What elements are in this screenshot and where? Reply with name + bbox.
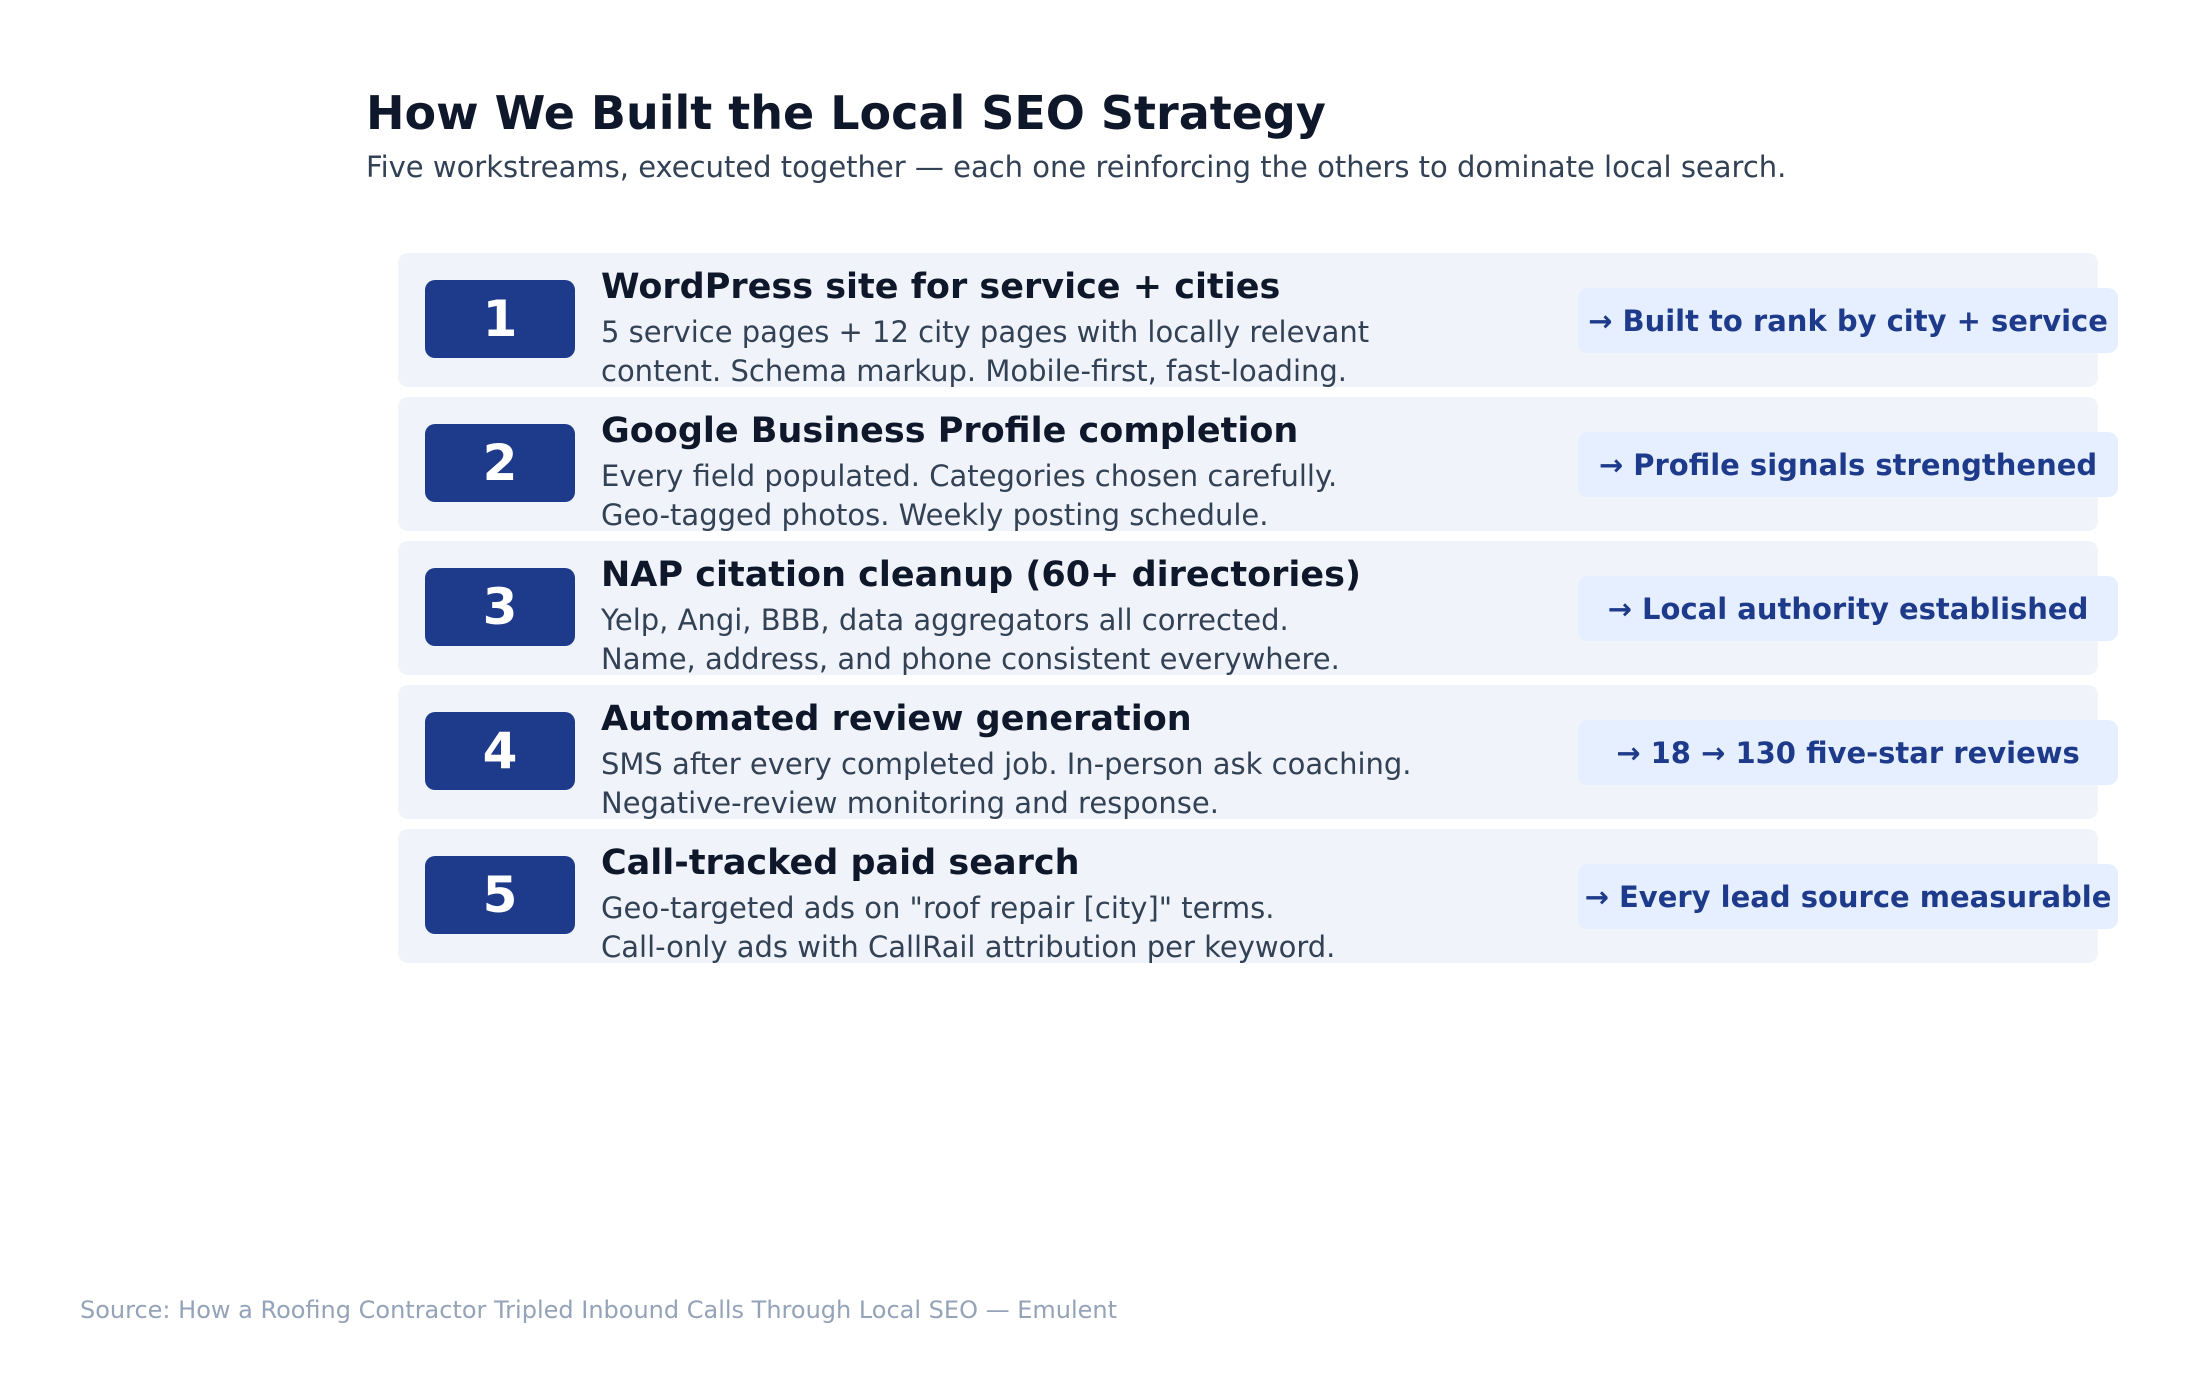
step-number-badge: 3 — [425, 568, 575, 646]
step-description: Geo-targeted ads on "roof repair [city]"… — [601, 889, 1335, 967]
step-description-line: Name, address, and phone consistent ever… — [601, 642, 1340, 676]
workstream-card: 4 Automated review generation SMS after … — [398, 685, 2118, 820]
step-number-badge: 1 — [425, 280, 575, 358]
outcome-text: → Local authority established — [1607, 591, 2089, 626]
step-number-badge: 2 — [425, 424, 575, 502]
step-number-badge: 5 — [425, 856, 575, 934]
step-description-line: content. Schema markup. Mobile-first, fa… — [601, 354, 1348, 388]
outcome-pill: → Built to rank by city + service — [1578, 288, 2118, 353]
step-description: Yelp, Angi, BBB, data aggregators all co… — [601, 601, 1340, 679]
step-description-line: 5 service pages + 12 city pages with loc… — [601, 315, 1370, 349]
step-title: Automated review generation — [601, 699, 1192, 739]
outcome-pill: → Every lead source measurable — [1578, 864, 2118, 929]
source-note: Source: How a Roofing Contractor Tripled… — [80, 1296, 1118, 1324]
step-description-line: Negative-review monitoring and response. — [601, 786, 1219, 820]
step-description: 5 service pages + 12 city pages with loc… — [601, 313, 1369, 391]
step-title: NAP citation cleanup (60+ directories) — [601, 555, 1361, 595]
outcome-text: → Profile signals strengthened — [1598, 447, 2098, 482]
workstream-card: 5 Call-tracked paid search Geo-targeted … — [398, 829, 2118, 964]
outcome-text: → 18 → 130 five-star reviews — [1616, 735, 2080, 770]
step-description: SMS after every completed job. In-person… — [601, 745, 1412, 823]
step-title: Google Business Profile completion — [601, 411, 1299, 451]
outcome-pill: → 18 → 130 five-star reviews — [1578, 720, 2118, 785]
outcome-pill: → Profile signals strengthened — [1578, 432, 2118, 497]
step-title: Call-tracked paid search — [601, 843, 1080, 883]
step-number-badge: 4 — [425, 712, 575, 790]
outcome-text: → Every lead source measurable — [1584, 879, 2112, 914]
workstream-card: 3 NAP citation cleanup (60+ directories)… — [398, 541, 2118, 676]
step-description-line: Every field populated. Categories chosen… — [601, 459, 1338, 493]
step-title: WordPress site for service + cities — [601, 267, 1281, 307]
step-description: Every field populated. Categories chosen… — [601, 457, 1337, 535]
workstream-card: 2 Google Business Profile completion Eve… — [398, 397, 2118, 532]
step-description-line: Yelp, Angi, BBB, data aggregators all co… — [601, 603, 1289, 637]
step-description-line: Geo-tagged photos. Weekly posting schedu… — [601, 498, 1269, 532]
step-description-line: Geo-targeted ads on "roof repair [city]"… — [601, 891, 1275, 925]
outcome-text: → Built to rank by city + service — [1588, 303, 2108, 338]
workstream-card: 1 WordPress site for service + cities 5 … — [398, 253, 2118, 388]
step-description-line: Call-only ads with CallRail attribution … — [601, 930, 1336, 964]
step-description-line: SMS after every completed job. In-person… — [601, 747, 1412, 781]
workstream-list: 1 WordPress site for service + cities 5 … — [0, 0, 2207, 1390]
outcome-pill: → Local authority established — [1578, 576, 2118, 641]
